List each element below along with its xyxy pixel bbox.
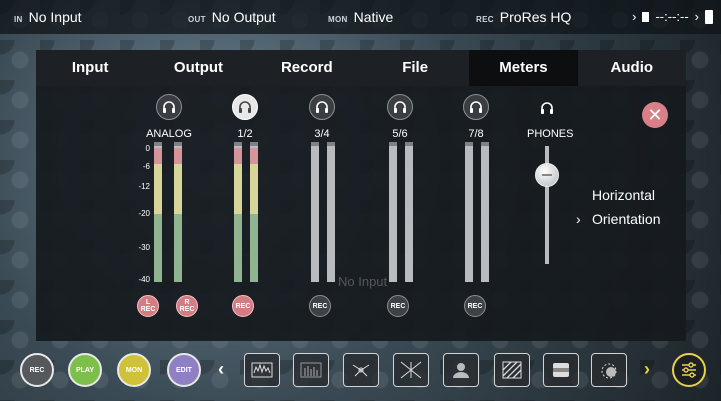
meter-bar-analog-r xyxy=(174,142,182,282)
rec-analog-left-button[interactable]: L REC xyxy=(137,295,159,317)
headphone-icon xyxy=(163,101,175,113)
focus-peaking-icon xyxy=(601,363,617,379)
chevron-right-icon: › xyxy=(576,211,581,227)
mon-tag: MON xyxy=(328,15,348,24)
scale-12: -12 xyxy=(138,182,150,191)
scale-0: 0 xyxy=(145,144,150,153)
timecode: --:--:-- xyxy=(655,9,689,24)
rec-5-6-button[interactable]: REC xyxy=(387,295,409,317)
waveform-button[interactable] xyxy=(244,353,280,387)
audio-meter-icon xyxy=(300,362,322,378)
tab-input[interactable]: Input xyxy=(36,50,145,86)
chevron-right-icon[interactable]: › xyxy=(644,359,650,380)
zebra-icon xyxy=(502,361,522,379)
headphone-7-8-button[interactable] xyxy=(463,94,489,120)
input-status[interactable]: IN No Input xyxy=(14,9,82,25)
timecode-battery-area[interactable]: › --:--:-- › xyxy=(632,9,713,24)
headphone-analog-button[interactable] xyxy=(156,94,182,120)
headphone-3-4-button[interactable] xyxy=(309,94,335,120)
tab-bar: Input Output Record File Meters Audio xyxy=(36,50,686,86)
sliders-icon xyxy=(682,362,696,378)
headphone-icon xyxy=(394,101,406,113)
scale-20: -20 xyxy=(138,209,150,218)
phones-label: PHONES xyxy=(527,128,574,140)
meter-bar-6 xyxy=(405,142,413,282)
close-button[interactable]: ✕ xyxy=(642,102,668,128)
record-status[interactable]: REC ProRes HQ xyxy=(476,9,571,25)
play-button[interactable]: PLAY xyxy=(68,353,102,387)
meter-bar-8 xyxy=(481,142,489,282)
meter-bar-7 xyxy=(465,142,473,282)
headphone-5-6-button[interactable] xyxy=(387,94,413,120)
chevron-left-icon[interactable]: ‹ xyxy=(218,359,224,380)
settings-panel: Input Output Record File Meters Audio AN… xyxy=(36,50,686,341)
meter-bar-analog-l xyxy=(154,142,162,282)
rec-1-2-button[interactable]: REC xyxy=(232,295,254,317)
edit-button[interactable]: EDIT xyxy=(167,353,201,387)
rec-7-8-button[interactable]: REC xyxy=(464,295,486,317)
meter-bar-2 xyxy=(250,142,258,282)
rec-analog-right-button[interactable]: R REC xyxy=(176,295,198,317)
scale-6: -6 xyxy=(142,162,150,171)
settings-menu-button[interactable] xyxy=(672,353,706,387)
false-color-button[interactable] xyxy=(443,353,479,387)
phones-volume-thumb[interactable] xyxy=(535,163,559,188)
vectorscope-icon xyxy=(352,364,370,377)
output-status[interactable]: OUT No Output xyxy=(188,9,276,25)
in-tag: IN xyxy=(14,15,23,24)
input-value: No Input xyxy=(28,9,82,25)
chevron-right-icon: › xyxy=(632,9,637,24)
tab-meters[interactable]: Meters xyxy=(469,50,578,86)
meters-area: ANALOG 1/2 3/4 5/6 7/8 0 -6 -12 -20 -30 … xyxy=(36,86,686,341)
meter-bar-1 xyxy=(234,142,242,282)
frame-guide-button[interactable] xyxy=(543,353,579,387)
phones-headphone-icon xyxy=(541,102,553,114)
headphone-1-2-button[interactable] xyxy=(232,94,258,120)
channel-label-1-2: 1/2 xyxy=(237,128,253,140)
crosshair-button[interactable] xyxy=(393,353,429,387)
channel-label-analog: ANALOG xyxy=(146,128,192,140)
crosshair-icon xyxy=(400,361,422,379)
bottom-toolbar: REC PLAY MON EDIT ‹ › xyxy=(0,346,721,401)
monitor-button[interactable]: MON xyxy=(117,353,151,387)
meter-bar-4 xyxy=(327,142,335,282)
battery-icon xyxy=(705,9,713,24)
frame-guide-icon xyxy=(553,363,569,377)
rec-3-4-button[interactable]: REC xyxy=(309,295,331,317)
no-input-overlay: No Input xyxy=(338,274,388,289)
audio-meter-button[interactable] xyxy=(293,353,329,387)
close-icon: ✕ xyxy=(647,104,663,125)
scale-40: -40 xyxy=(138,275,150,284)
meter-bar-5 xyxy=(389,142,397,282)
out-tag: OUT xyxy=(188,15,206,24)
rec-tag: REC xyxy=(476,15,494,24)
channel-label-5-6: 5/6 xyxy=(392,128,408,140)
channel-label-3-4: 3/4 xyxy=(314,128,330,140)
monitor-value: Native xyxy=(353,9,394,25)
false-color-icon xyxy=(453,363,469,378)
headphone-icon xyxy=(316,101,328,113)
status-bar: IN No Input OUT No Output MON Native REC… xyxy=(0,0,721,34)
tab-audio[interactable]: Audio xyxy=(577,50,686,86)
meter-bar-3 xyxy=(311,142,319,282)
zebra-button[interactable] xyxy=(494,353,530,387)
headphone-icon xyxy=(470,101,482,113)
vectorscope-button[interactable] xyxy=(343,353,379,387)
scale-30: -30 xyxy=(138,243,150,252)
output-value: No Output xyxy=(211,9,276,25)
channel-label-7-8: 7/8 xyxy=(468,128,484,140)
tab-record[interactable]: Record xyxy=(252,50,361,86)
orientation-value[interactable]: Horizontal xyxy=(592,187,655,203)
monitor-status[interactable]: MON Native xyxy=(328,9,393,25)
chevron-right-icon: › xyxy=(694,9,699,24)
waveform-icon xyxy=(251,362,273,378)
rec-button[interactable]: REC xyxy=(20,353,54,387)
media-icon xyxy=(642,11,650,22)
headphone-icon xyxy=(239,101,251,113)
tab-file[interactable]: File xyxy=(360,50,470,86)
tab-output[interactable]: Output xyxy=(144,50,253,86)
orientation-label[interactable]: Orientation xyxy=(592,211,660,227)
record-format-value: ProRes HQ xyxy=(499,9,572,25)
focus-peaking-button[interactable] xyxy=(591,353,627,387)
